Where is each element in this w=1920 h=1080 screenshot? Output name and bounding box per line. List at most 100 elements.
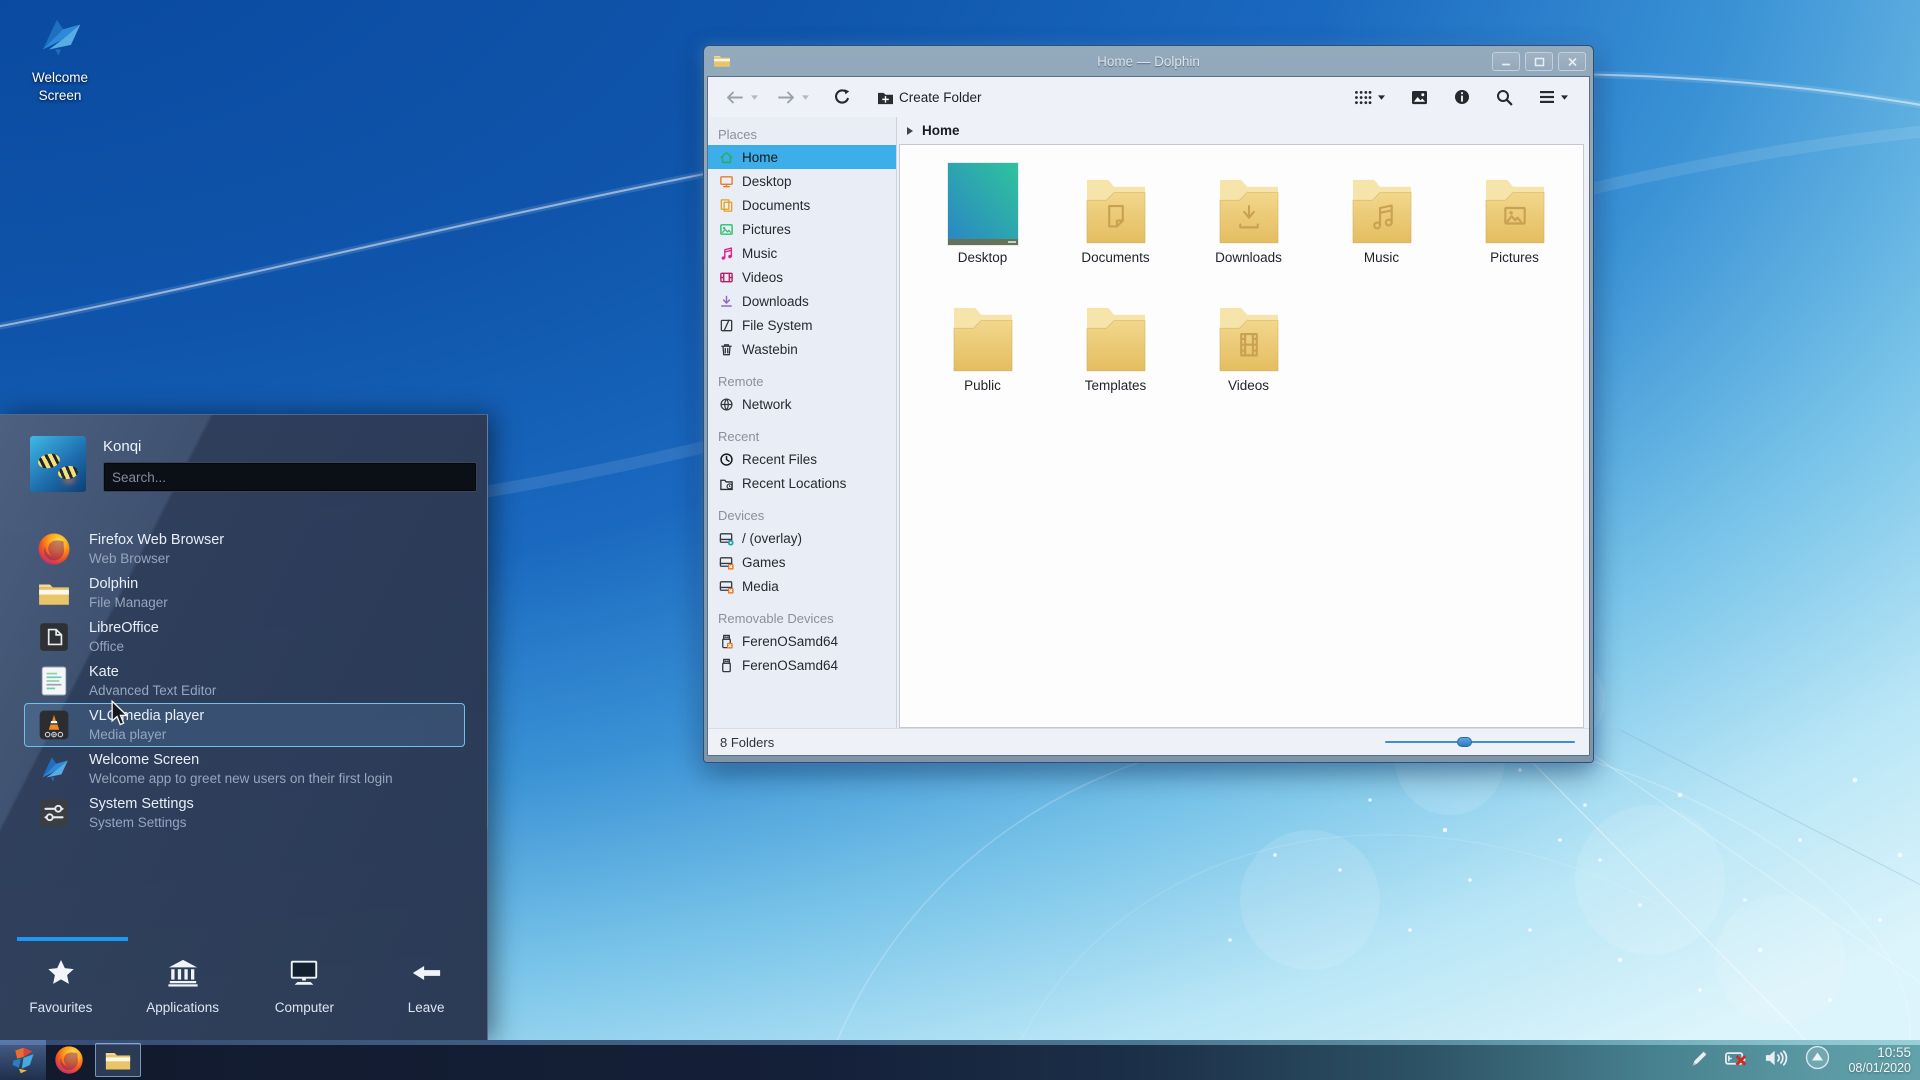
dolphin-titlebar[interactable]: Home — Dolphin (707, 46, 1590, 76)
place-item-label: Wastebin (742, 341, 798, 357)
maximize-button[interactable] (1525, 52, 1553, 71)
place-item-overlay[interactable]: / (overlay) (708, 526, 896, 550)
info-button[interactable] (1449, 85, 1475, 109)
place-item-network[interactable]: Network (708, 392, 896, 416)
tab-leave[interactable]: Leave (365, 955, 487, 1041)
place-item-music[interactable]: Music (708, 241, 896, 265)
place-item-videos[interactable]: Videos (708, 265, 896, 289)
app-description: Web Browser (89, 550, 170, 566)
clock[interactable]: 10:55 08/01/2020 (1848, 1045, 1911, 1076)
back-button[interactable] (720, 86, 763, 109)
close-button[interactable] (1558, 52, 1586, 71)
place-item-ferenosamd64[interactable]: FerenOSamd64 (708, 653, 896, 677)
folder-item-templates[interactable]: Templates (1049, 287, 1182, 415)
minimize-button[interactable] (1492, 52, 1520, 71)
battery-missing-tray-icon[interactable] (1724, 1047, 1751, 1074)
launcher-tabs: Favourites Applications Computer Leave (0, 937, 487, 1041)
place-item-pictures[interactable]: Pictures (708, 217, 896, 241)
taskbar-firefox-button[interactable] (46, 1040, 92, 1080)
places-section-header: Removable Devices (718, 611, 834, 626)
start-menu-button[interactable] (0, 1040, 46, 1080)
place-item-documents[interactable]: Documents (708, 193, 896, 217)
folder-icon (1351, 159, 1413, 245)
welcome-bird-icon (33, 19, 87, 66)
place-item-media[interactable]: Media (708, 574, 896, 598)
launcher-app-vlc-media-player[interactable]: VLC media player Media player (24, 703, 465, 747)
tab-computer[interactable]: Computer (244, 955, 366, 1041)
refresh-button[interactable] (828, 84, 856, 110)
place-item-downloads[interactable]: Downloads (708, 289, 896, 313)
dolphin-window: Home — Dolphin Create Folder Places Home… (704, 46, 1593, 762)
app-description: Welcome app to greet new users on their … (89, 770, 393, 786)
launcher-app-firefox-web-browser[interactable]: Firefox Web Browser Web Browser (24, 527, 465, 571)
launcher-app-welcome-screen[interactable]: Welcome Screen Welcome app to greet new u… (24, 747, 465, 791)
tab-label: Computer (274, 1000, 335, 1015)
folder-item-pictures[interactable]: Pictures (1448, 159, 1581, 287)
place-item-recent-locations[interactable]: Recent Locations (708, 471, 896, 495)
documents-icon (718, 197, 734, 213)
tray-expand-button[interactable] (1804, 1044, 1831, 1076)
app-name: LibreOffice (89, 619, 159, 636)
folder-item-music[interactable]: Music (1315, 159, 1448, 287)
zoom-slider-handle[interactable] (1457, 737, 1473, 747)
computer-icon (288, 955, 320, 989)
search-input[interactable] (103, 462, 477, 492)
preview-toggle-button[interactable] (1406, 86, 1433, 109)
place-item-games[interactable]: Games (708, 550, 896, 574)
search-button[interactable] (1491, 85, 1518, 110)
drive-media-icon (718, 578, 734, 594)
firefox-icon (36, 531, 72, 567)
folder-icon (1484, 159, 1546, 245)
folder-item-public[interactable]: Public (916, 287, 1049, 415)
launcher-app-kate[interactable]: Kate Advanced Text Editor (24, 659, 465, 703)
tab-label: Applications (146, 1000, 220, 1015)
statusbar: 8 Folders (708, 728, 1589, 755)
usb-drive-plain-icon (718, 657, 734, 673)
place-item-home[interactable]: Home (708, 145, 896, 169)
place-item-file-system[interactable]: File System (708, 313, 896, 337)
libreoffice-icon (36, 619, 72, 655)
view-mode-button[interactable] (1349, 86, 1390, 109)
vlc-icon (36, 707, 72, 743)
zoom-slider[interactable] (1385, 735, 1575, 749)
breadcrumb-label[interactable]: Home (922, 123, 960, 138)
folder-item-downloads[interactable]: Downloads (1182, 159, 1315, 287)
place-item-label: Games (742, 554, 786, 570)
active-tab-indicator (17, 937, 128, 941)
folder-item-documents[interactable]: Documents (1049, 159, 1182, 287)
folder-item-label: Templates (1084, 378, 1147, 393)
app-description: Media player (89, 726, 167, 742)
place-item-label: Home (742, 149, 779, 165)
menu-button[interactable] (1534, 86, 1573, 108)
tab-favourites[interactable]: Favourites (0, 955, 122, 1041)
forward-button[interactable] (771, 86, 814, 109)
volume-tray-icon[interactable] (1764, 1047, 1791, 1074)
place-item-label: Recent Files (742, 451, 818, 467)
launcher-app-libreoffice[interactable]: LibreOffice Office (24, 615, 465, 659)
place-item-label: Media (742, 578, 779, 594)
place-item-ferenosamd64[interactable]: FerenOSamd64 (708, 629, 896, 653)
tab-applications[interactable]: Applications (122, 955, 244, 1041)
place-item-desktop[interactable]: Desktop (708, 169, 896, 193)
place-item-recent-files[interactable]: Recent Files (708, 447, 896, 471)
launcher-app-system-settings[interactable]: System Settings System Settings (24, 791, 465, 835)
user-avatar[interactable] (30, 436, 86, 492)
places-section-header: Devices (718, 508, 765, 523)
system-settings-icon (36, 795, 72, 831)
breadcrumb[interactable]: Home (897, 117, 1589, 144)
launcher-app-dolphin[interactable]: Dolphin File Manager (24, 571, 465, 615)
breadcrumb-caret-icon[interactable] (907, 126, 913, 135)
zoom-slider-track[interactable] (1385, 741, 1575, 743)
stylus-tool-tray-icon[interactable] (1689, 1047, 1711, 1074)
folder-icon (1085, 287, 1147, 373)
window-folder-icon (713, 52, 731, 69)
desktop-icon-welcome-screen[interactable]: Welcome Screen (14, 12, 106, 105)
create-folder-button[interactable]: Create Folder (872, 86, 987, 109)
app-description: Advanced Text Editor (89, 682, 217, 698)
status-text: 8 Folders (720, 734, 775, 750)
place-item-wastebin[interactable]: Wastebin (708, 337, 896, 361)
folder-item-desktop[interactable]: Desktop (916, 159, 1049, 287)
home-icon (718, 149, 734, 165)
folder-item-videos[interactable]: Videos (1182, 287, 1315, 415)
taskbar-dolphin-task[interactable] (92, 1040, 144, 1080)
